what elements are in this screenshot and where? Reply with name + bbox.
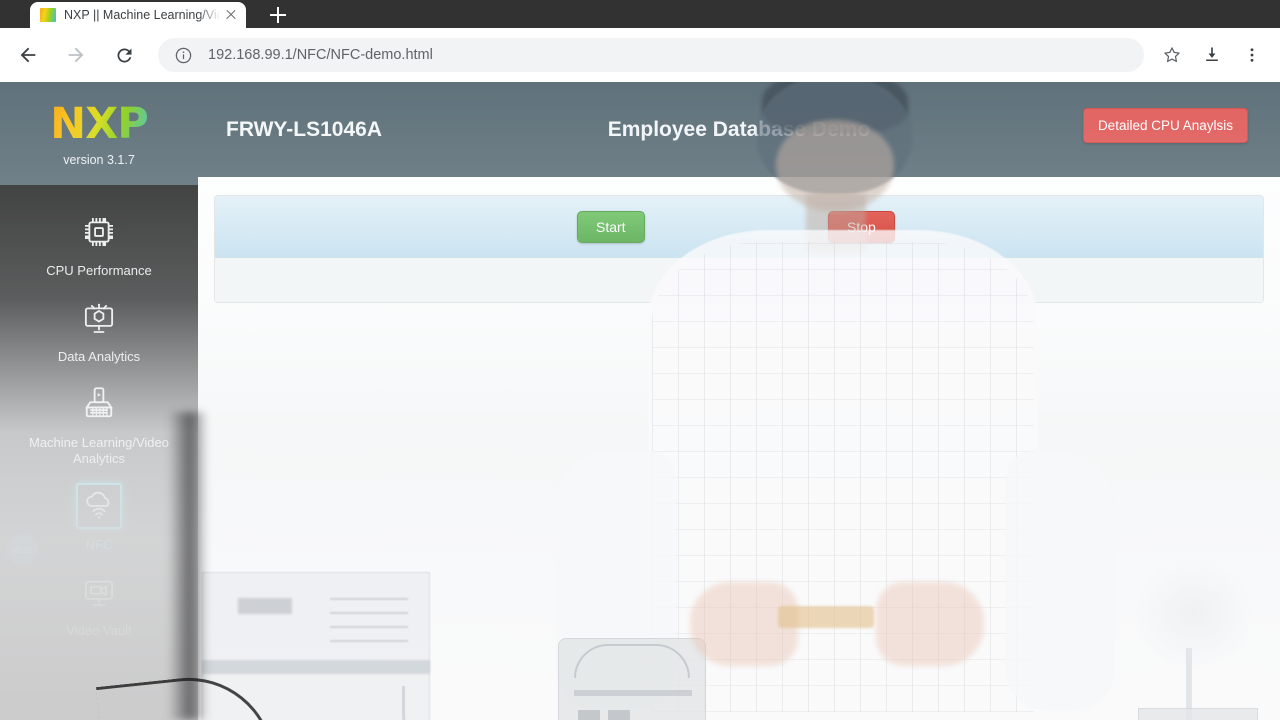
panel-container: Start Stop xyxy=(198,177,1280,303)
sidebar-item-cpu-performance[interactable]: CPU Performance xyxy=(0,199,198,285)
stop-button[interactable]: Stop xyxy=(828,210,895,243)
machine-learning-icon xyxy=(76,381,122,427)
sidebar-item-label: NFC xyxy=(85,537,113,552)
nxp-logo: NXP xyxy=(42,99,156,149)
forward-arrow-icon xyxy=(56,35,96,75)
start-button[interactable]: Start xyxy=(577,210,645,243)
timer-badge: 00:15 xyxy=(6,534,38,566)
main-content: FRWY-LS1046A Employee Database Demo Deta… xyxy=(198,82,1280,720)
panel-controls: Start Stop xyxy=(215,196,1263,258)
sidebar-item-label: Machine Learning/Video Analytics xyxy=(29,435,169,466)
video-monitor-icon xyxy=(76,569,122,615)
nfc-cloud-icon xyxy=(76,483,122,529)
browser-tab-strip: NXP || Machine Learning/Vid xyxy=(0,0,1280,28)
reload-icon[interactable] xyxy=(104,35,144,75)
star-icon[interactable] xyxy=(1152,35,1192,75)
browser-tab[interactable]: NXP || Machine Learning/Vid xyxy=(30,2,246,28)
download-icon[interactable] xyxy=(1192,35,1232,75)
new-tab-button[interactable] xyxy=(258,2,298,28)
back-arrow-icon[interactable] xyxy=(8,35,48,75)
sidebar-item-data-analytics[interactable]: Data Analytics xyxy=(0,285,198,371)
info-circle-icon[interactable] xyxy=(174,46,194,65)
app-sidebar: NXP version 3.1.7 CPU Performance Data A… xyxy=(0,82,198,720)
nxp-favicon xyxy=(40,8,56,22)
nfc-demo-panel: Start Stop xyxy=(214,195,1264,303)
app-version: version 3.1.7 xyxy=(63,152,135,167)
browser-toolbar: 192.168.99.1/NFC/NFC-demo.html xyxy=(0,28,1280,82)
cpu-chip-icon xyxy=(76,209,122,255)
detailed-cpu-analysis-button[interactable]: Detailed CPU Anaylsis xyxy=(1082,108,1248,143)
sidebar-nav: CPU Performance Data Analytics Machine L… xyxy=(0,185,198,645)
sidebar-item-label: Video Vault xyxy=(66,623,132,638)
address-bar[interactable]: 192.168.99.1/NFC/NFC-demo.html xyxy=(158,38,1144,72)
data-monitor-icon xyxy=(76,295,122,341)
browser-window: NXP || Machine Learning/Vid 192.168.99.1… xyxy=(0,0,1280,720)
brand-block: NXP version 3.1.7 xyxy=(0,82,198,185)
page-header-bar: FRWY-LS1046A Employee Database Demo Deta… xyxy=(198,82,1280,177)
three-dot-menu-icon[interactable] xyxy=(1232,35,1272,75)
web-page: NXP version 3.1.7 CPU Performance Data A… xyxy=(0,82,1280,720)
close-icon[interactable] xyxy=(222,6,240,24)
browser-tab-title: NXP || Machine Learning/Vid xyxy=(64,8,220,22)
panel-results-area xyxy=(215,258,1263,302)
sidebar-item-machine-learning[interactable]: Machine Learning/Video Analytics xyxy=(0,371,198,473)
address-bar-url[interactable]: 192.168.99.1/NFC/NFC-demo.html xyxy=(208,47,433,63)
sidebar-item-label: Data Analytics xyxy=(57,349,141,364)
sidebar-item-video-vault[interactable]: Video Vault xyxy=(0,559,198,645)
sidebar-item-label: CPU Performance xyxy=(46,263,152,278)
